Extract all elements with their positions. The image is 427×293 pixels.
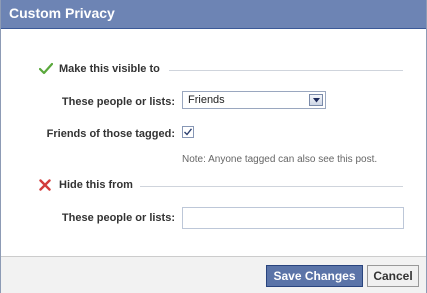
visible-section-divider	[169, 70, 403, 71]
red-x-icon	[39, 178, 51, 191]
cancel-button[interactable]: Cancel	[367, 265, 419, 287]
visible-people-label: These people or lists:	[61, 96, 175, 108]
dialog-titlebar: Custom Privacy	[1, 0, 426, 29]
dialog-footer: Save Changes Cancel	[1, 256, 426, 293]
tagged-friends-label: Friends of those tagged:	[46, 128, 175, 140]
chevron-down-icon[interactable]	[309, 94, 323, 106]
tagged-friends-checkbox[interactable]	[182, 126, 194, 138]
visible-people-select[interactable]: Friends	[182, 91, 326, 109]
visible-section-heading: Make this visible to	[59, 63, 160, 75]
custom-privacy-dialog: Custom Privacy Make this visible to Thes…	[0, 0, 427, 293]
hide-section-divider	[140, 186, 403, 187]
visible-people-selected: Friends	[188, 94, 225, 106]
save-changes-button[interactable]: Save Changes	[266, 265, 363, 287]
hide-people-label: These people or lists:	[61, 212, 175, 224]
green-check-icon	[38, 62, 54, 76]
hide-section-heading: Hide this from	[59, 179, 133, 191]
dialog-title: Custom Privacy	[9, 5, 115, 21]
hide-people-input[interactable]	[182, 207, 404, 229]
tagged-note: Note: Anyone tagged can also see this po…	[182, 154, 378, 165]
